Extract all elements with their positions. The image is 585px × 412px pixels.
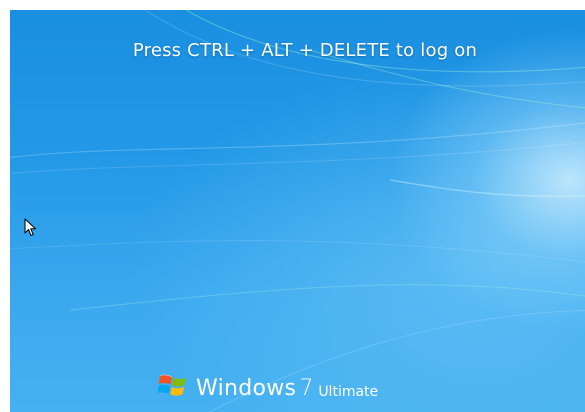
product-name-text: Windows: [196, 376, 297, 401]
product-edition-text: Ultimate: [318, 384, 379, 400]
arrow-cursor-icon: [24, 218, 36, 236]
logon-screen[interactable]: Press CTRL + ALT + DELETE to log on Wind…: [10, 10, 585, 412]
windows-flag-icon: [158, 374, 186, 396]
logon-instruction-text: Press CTRL + ALT + DELETE to log on: [132, 40, 478, 61]
background-waves: [10, 10, 585, 412]
logon-screen-frame: Press CTRL + ALT + DELETE to log on Wind…: [0, 0, 585, 412]
windows-branding: Windows 7 Ultimate: [158, 368, 378, 402]
product-version-text: 7: [299, 376, 314, 401]
